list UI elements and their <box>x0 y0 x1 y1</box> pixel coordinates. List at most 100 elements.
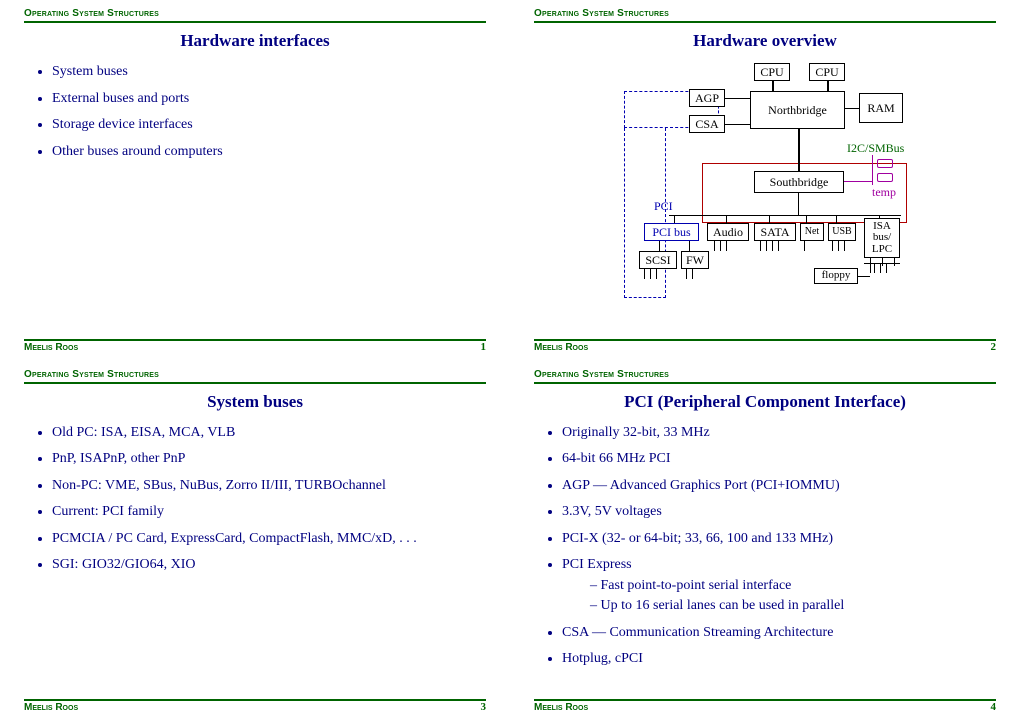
slide-1: Operating System Structures Hardware int… <box>0 0 510 361</box>
slide-title: Hardware overview <box>534 31 996 51</box>
slide-4: Operating System Structures PCI (Periphe… <box>510 361 1020 721</box>
box-fw: FW <box>681 251 709 269</box>
section-label: Operating System Structures <box>534 8 996 19</box>
bullet: System buses <box>52 63 486 81</box>
box-scsi: SCSI <box>639 251 677 269</box>
slide-title: System buses <box>24 392 486 412</box>
pins <box>804 241 810 256</box>
temp-sensor-icon <box>877 173 893 182</box>
wire <box>725 124 750 125</box>
bullet: Storage device interfaces <box>52 116 486 134</box>
bullet: Other buses around computers <box>52 143 486 161</box>
pins <box>760 241 784 256</box>
bullet: Originally 32-bit, 33 MHz <box>562 424 996 442</box>
bullet: SGI: GIO32/GIO64, XIO <box>52 556 486 574</box>
bullet: PCI Express Fast point-to-point serial i… <box>562 556 996 615</box>
page-number: 4 <box>991 701 997 713</box>
box-isa: ISA bus/ LPC <box>864 218 900 258</box>
rule <box>534 382 996 384</box>
box-agp: AGP <box>689 89 725 107</box>
wire <box>659 241 660 251</box>
slide-2: Operating System Structures Hardware ove… <box>510 0 1020 361</box>
rule <box>24 21 486 23</box>
wire <box>870 258 871 273</box>
box-csa: CSA <box>689 115 725 133</box>
bullet: Hotplug, cPCI <box>562 650 996 668</box>
wire <box>844 181 872 182</box>
box-northbridge: Northbridge <box>750 91 845 129</box>
bullet: 64-bit 66 MHz PCI <box>562 450 996 468</box>
section-label: Operating System Structures <box>24 8 486 19</box>
bullet: Current: PCI family <box>52 503 486 521</box>
author: Meelis Roos <box>24 342 78 353</box>
author: Meelis Roos <box>534 342 588 353</box>
hardware-diagram: CPU CPU AGP CSA Northbridge RAM Southbri… <box>614 63 934 308</box>
slide-body: System buses External buses and ports St… <box>24 63 486 160</box>
slide-footer: Meelis Roos 1 <box>24 339 486 353</box>
box-pci-bus: PCI bus <box>644 223 699 241</box>
box-usb: USB <box>828 223 856 241</box>
bullet: External buses and ports <box>52 90 486 108</box>
page-number: 1 <box>481 341 487 353</box>
bullet: PnP, ISAPnP, other PnP <box>52 450 486 468</box>
wire <box>769 215 770 223</box>
wire <box>806 215 807 223</box>
box-southbridge: Southbridge <box>754 171 844 193</box>
bullet: Non-PC: VME, SBus, NuBus, Zorro II/III, … <box>52 477 486 495</box>
temp-sensor-icon <box>877 159 893 168</box>
wire <box>858 276 870 277</box>
label-temp: temp <box>872 185 896 200</box>
label-i2c: I2C/SMBus <box>847 141 904 156</box>
wire <box>845 108 859 109</box>
box-floppy: floppy <box>814 268 858 284</box>
page-number: 3 <box>481 701 487 713</box>
wire <box>725 98 750 99</box>
slide-body: Old PC: ISA, EISA, MCA, VLB PnP, ISAPnP,… <box>24 424 486 574</box>
page-number: 2 <box>991 341 997 353</box>
slide-sheet: Operating System Structures Hardware int… <box>0 0 1020 721</box>
bullet: Old PC: ISA, EISA, MCA, VLB <box>52 424 486 442</box>
wire <box>872 155 873 185</box>
wire <box>689 241 690 251</box>
wire <box>798 193 799 215</box>
wire <box>726 215 727 223</box>
slide-footer: Meelis Roos 4 <box>534 699 996 713</box>
wire <box>894 258 895 266</box>
box-cpu: CPU <box>809 63 845 81</box>
box-net: Net <box>800 223 824 241</box>
bullet-text: PCI Express <box>562 557 632 572</box>
author: Meelis Roos <box>24 702 78 713</box>
sub-bullet: Fast point-to-point serial interface <box>590 577 996 595</box>
wire <box>798 129 800 171</box>
wire <box>772 81 774 91</box>
wire <box>827 81 829 91</box>
slide-3: Operating System Structures System buses… <box>0 361 510 721</box>
bullet: AGP — Advanced Graphics Port (PCI+IOMMU) <box>562 477 996 495</box>
sub-bullet: Up to 16 serial lanes can be used in par… <box>590 597 996 615</box>
pins <box>644 269 662 284</box>
box-audio: Audio <box>707 223 749 241</box>
bullet: 3.3V, 5V voltages <box>562 503 996 521</box>
author: Meelis Roos <box>534 702 588 713</box>
section-label: Operating System Structures <box>534 369 996 380</box>
bullet: PCI-X (32- or 64-bit; 33, 66, 100 and 13… <box>562 530 996 548</box>
slide-title: Hardware interfaces <box>24 31 486 51</box>
label-pci: PCI <box>654 199 673 214</box>
box-sata: SATA <box>754 223 796 241</box>
wire <box>836 215 837 223</box>
slide-footer: Meelis Roos 2 <box>534 339 996 353</box>
bullet: PCMCIA / PC Card, ExpressCard, CompactFl… <box>52 530 486 548</box>
slide-title: PCI (Peripheral Component Interface) <box>534 392 996 412</box>
section-label: Operating System Structures <box>24 369 486 380</box>
box-ram: RAM <box>859 93 903 123</box>
pins <box>832 241 850 256</box>
wire <box>674 215 675 223</box>
pins <box>686 269 698 284</box>
rule <box>24 382 486 384</box>
slide-footer: Meelis Roos 3 <box>24 699 486 713</box>
bus-rail <box>669 215 901 216</box>
slide-body: Originally 32-bit, 33 MHz 64-bit 66 MHz … <box>534 424 996 668</box>
box-cpu: CPU <box>754 63 790 81</box>
pins <box>874 263 892 278</box>
bullet: CSA — Communication Streaming Architectu… <box>562 624 996 642</box>
